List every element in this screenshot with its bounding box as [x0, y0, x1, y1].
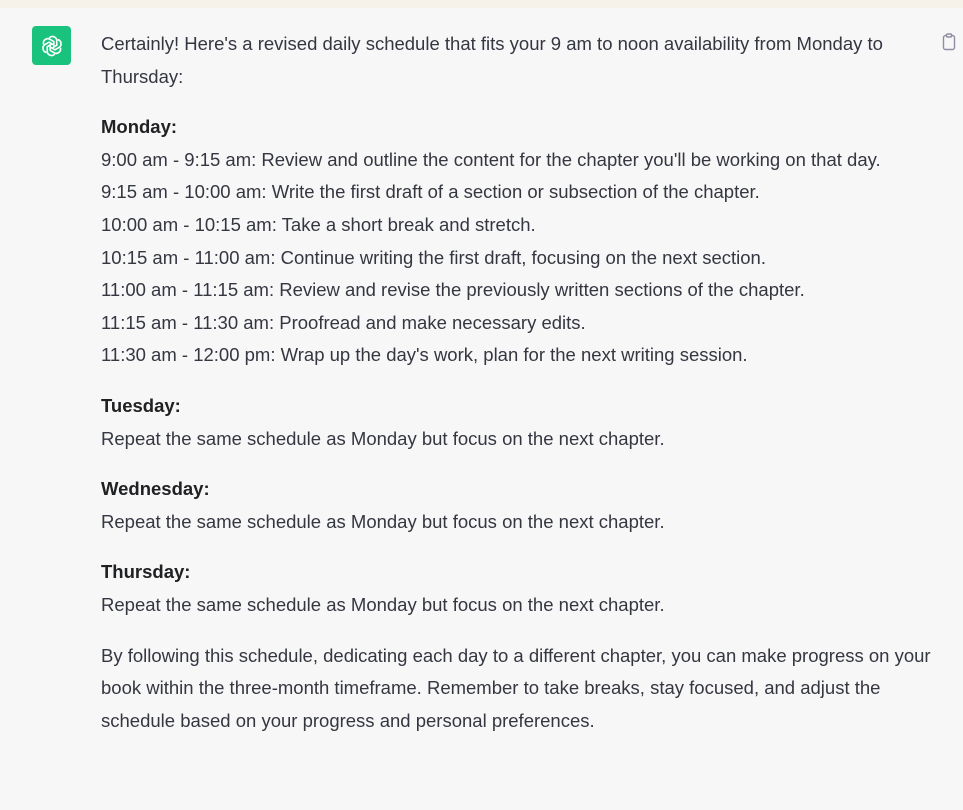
day-block-tuesday: Tuesday: Repeat the same schedule as Mon…: [101, 390, 933, 455]
copy-button[interactable]: [939, 32, 959, 52]
clipboard-icon: [942, 33, 956, 51]
day-heading-monday: Monday:: [101, 116, 178, 138]
day-block-thursday: Thursday: Repeat the same schedule as Mo…: [101, 556, 933, 621]
schedule-line: 10:15 am - 11:00 am: Continue writing th…: [101, 246, 766, 268]
assistant-message-panel: Certainly! Here's a revised daily schedu…: [0, 8, 963, 810]
day-block-wednesday: Wednesday: Repeat the same schedule as M…: [101, 473, 933, 538]
intro-text: Certainly! Here's a revised daily schedu…: [101, 33, 883, 87]
schedule-line: 9:00 am - 9:15 am: Review and outline th…: [101, 148, 881, 170]
schedule-line: Repeat the same schedule as Monday but f…: [101, 427, 665, 449]
schedule-line: 11:30 am - 12:00 pm: Wrap up the day's w…: [101, 344, 748, 366]
message-content: Certainly! Here's a revised daily schedu…: [101, 28, 933, 737]
openai-logo-icon: [41, 35, 62, 56]
assistant-avatar: [32, 26, 71, 65]
schedule-line: 11:00 am - 11:15 am: Review and revise t…: [101, 279, 805, 301]
schedule-line: Repeat the same schedule as Monday but f…: [101, 510, 665, 532]
schedule-line: 11:15 am - 11:30 am: Proofread and make …: [101, 311, 586, 333]
closing-text: By following this schedule, dedicating e…: [101, 644, 931, 731]
day-heading-wednesday: Wednesday:: [101, 478, 210, 500]
day-block-monday: Monday: 9:00 am - 9:15 am: Review and ou…: [101, 111, 933, 372]
schedule-line: 10:00 am - 10:15 am: Take a short break …: [101, 213, 536, 235]
schedule-line: 9:15 am - 10:00 am: Write the first draf…: [101, 181, 760, 203]
day-heading-tuesday: Tuesday:: [101, 394, 181, 416]
schedule-line: Repeat the same schedule as Monday but f…: [101, 593, 665, 615]
day-heading-thursday: Thursday:: [101, 561, 191, 583]
